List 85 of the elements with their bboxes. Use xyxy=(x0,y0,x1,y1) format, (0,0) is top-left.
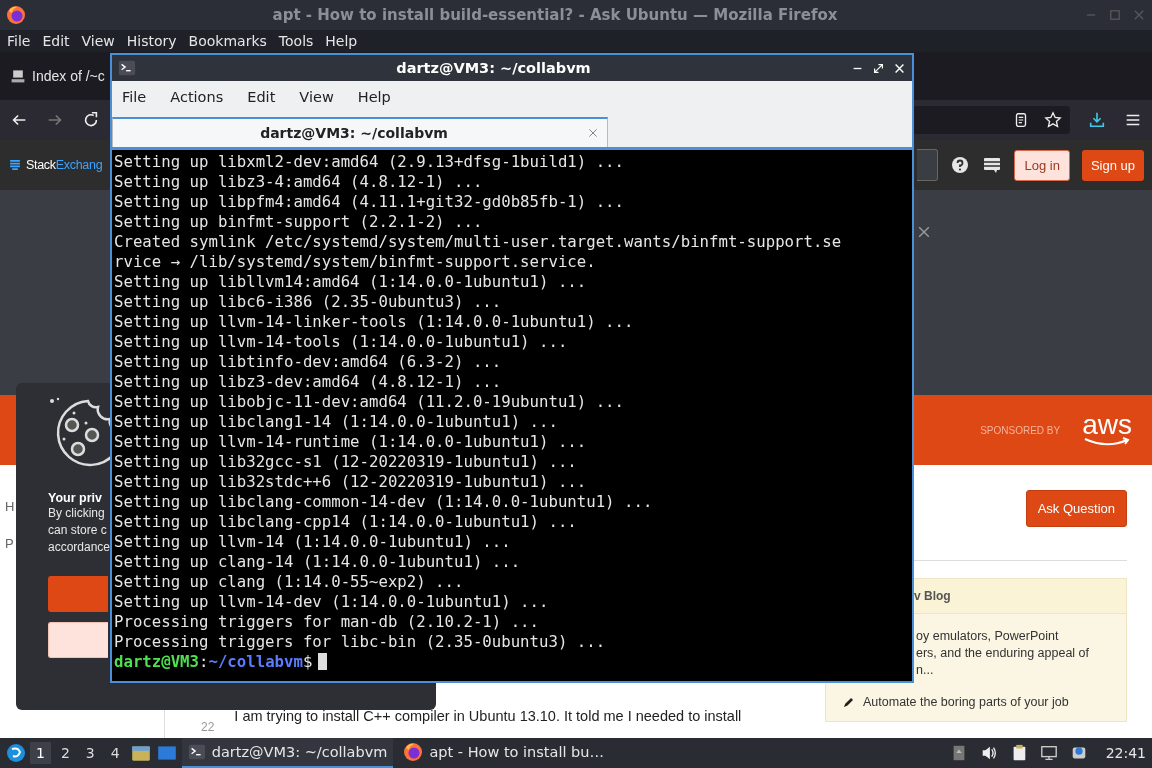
terminal-line: Setting up clang (1:14.0-55~exp2) ... xyxy=(114,572,465,592)
terminal-line: Setting up libz3-dev:amd64 (4.8.12-1) ... xyxy=(114,372,503,392)
menu-item[interactable]: File xyxy=(7,33,31,49)
workspace-button[interactable]: 4 xyxy=(104,742,126,764)
terminal-line: Setting up libclang-common-14-dev (1:14.0.0-1ubuntu1) ... xyxy=(114,492,654,512)
terminal-line: Processing triggers for libc-bin (2.35-0ubuntu3) ... xyxy=(114,632,607,652)
search-field[interactable] xyxy=(917,149,939,181)
terminal-line: Setting up clang-14 (1:14.0.0-1ubuntu1) ... xyxy=(114,552,522,572)
dialog-title: Your priv xyxy=(48,491,102,505)
workspace-button[interactable]: 3 xyxy=(79,742,101,764)
inbox-icon[interactable] xyxy=(982,155,1003,175)
menu-item[interactable]: Actions xyxy=(170,89,224,105)
computer-icon xyxy=(10,68,26,84)
firefox-icon xyxy=(403,742,424,762)
address-bar[interactable] xyxy=(912,106,1070,134)
dialog-text: can store c xyxy=(48,522,107,539)
download-icon[interactable] xyxy=(1088,111,1106,129)
menu-item[interactable]: Edit xyxy=(247,89,276,105)
taskbar-task[interactable]: apt - How to install bu… xyxy=(397,738,610,768)
stack-icon xyxy=(8,157,22,173)
window-title: dartz@VM3: ~/collabvm xyxy=(395,60,592,76)
menu-item[interactable]: File xyxy=(122,89,147,105)
terminal-line: Setting up libpfm4:amd64 (4.11.1+git32-gd0b85fb-1) ... xyxy=(114,192,625,212)
menu-item[interactable]: View xyxy=(299,89,334,105)
workspace-button[interactable]: 1 xyxy=(30,742,51,764)
terminal-line: Setting up llvm-14-tools (1:14.0.0-1ubuntu1) ... xyxy=(114,332,569,352)
help-icon[interactable] xyxy=(950,155,971,175)
terminal-icon xyxy=(118,59,136,77)
terminal-line: Setting up libllvm14:amd64 (1:14.0.0-1ubuntu1) ... xyxy=(114,272,588,292)
menu-item[interactable]: Edit xyxy=(42,33,70,49)
terminal-line: Setting up binfmt-support (2.2.1-2) ... xyxy=(114,212,484,232)
heading-text: H xyxy=(5,499,15,514)
terminal-line: Setting up libclang-cpp14 (1:14.0.0-1ubuntu1) ... xyxy=(114,512,578,532)
workspace-button[interactable]: 2 xyxy=(54,742,76,764)
network-icon[interactable] xyxy=(1039,744,1058,762)
terminal-line: Setting up libxml2-dev:amd64 (2.9.13+dfsg-1build1) ... xyxy=(114,152,625,172)
menu-item[interactable]: Tools xyxy=(278,33,314,49)
menu-item[interactable]: Help xyxy=(357,89,391,105)
maximize-icon[interactable] xyxy=(872,61,885,75)
taskbar-task[interactable]: dartz@VM3: ~/collabvm xyxy=(181,738,394,768)
terminal-line: Setting up llvm-14 (1:14.0.0-1ubuntu1) ... xyxy=(114,532,512,552)
vote-count: 22 xyxy=(201,719,215,734)
dialog-text: By clicking xyxy=(48,505,105,522)
ask-question-button[interactable]: Ask Question xyxy=(1025,490,1127,527)
blog-link[interactable]: Automate the boring parts of your job xyxy=(863,695,1069,709)
terminal-line: Setting up lib32stdc++6 (12-20220319-1ubuntu1) ... xyxy=(114,472,588,492)
terminal-line: rvice → /lib/systemd/system/binfmt-support.service. xyxy=(114,252,597,272)
window-title: apt - How to install build-essential? - Ask Ubuntu — Mozilla Firefox xyxy=(271,6,839,24)
firefox-icon xyxy=(6,5,26,25)
signup-button[interactable]: Sign up xyxy=(1081,149,1144,181)
question-text: I am trying to install C++ compiler in Ubuntu 13.10. It told me I needed to install xyxy=(234,708,742,724)
login-button[interactable]: Log in xyxy=(1014,149,1070,181)
menu-item[interactable]: Help xyxy=(325,33,358,49)
terminal-line: Setting up llvm-14-linker-tools (1:14.0.0-1ubuntu1) ... xyxy=(114,312,635,332)
close-icon[interactable] xyxy=(893,61,906,75)
blog-link[interactable]: ers, and the enduring appeal of xyxy=(916,645,1126,662)
terminal-line: Setting up libz3-4:amd64 (4.8.12-1) ... xyxy=(114,172,484,192)
terminal-line: Setting up libc6-i386 (2.35-0ubuntu3) ... xyxy=(114,292,503,312)
terminal-line: Setting up libclang1-14 (1:14.0.0-1ubuntu1) ... xyxy=(114,412,559,432)
menu-item[interactable]: View xyxy=(81,33,115,49)
menu-item[interactable]: Bookmarks xyxy=(188,33,267,49)
terminal-line: Setting up libobjc-11-dev:amd64 (11.2.0-19ubuntu1) ... xyxy=(114,392,625,412)
start-menu-icon[interactable] xyxy=(6,743,26,763)
clock: 22:41 xyxy=(1105,745,1146,761)
menu-item[interactable]: History xyxy=(126,33,177,49)
terminal-line: Setting up llvm-14-dev (1:14.0.0-1ubuntu1) ... xyxy=(114,592,550,612)
site-logo[interactable]: StackExchang xyxy=(26,158,103,172)
meta-text: P xyxy=(5,536,14,551)
terminal-icon xyxy=(187,743,206,761)
terminal-tab[interactable]: dartz@VM3: ~/collabvm xyxy=(112,117,608,147)
terminal-line: Created symlink /etc/systemd/system/multi-user.target.wants/binfmt-support.se xyxy=(114,232,843,252)
blog-link[interactable]: n... xyxy=(916,662,1126,679)
star-icon[interactable] xyxy=(1044,111,1062,129)
sponsor-logo[interactable]: aws xyxy=(1082,413,1132,447)
terminal-line: Setting up llvm-14-runtime (1:14.0.0-1ubuntu1) ... xyxy=(114,432,588,452)
sponsor-label: SPONSORED BY xyxy=(980,424,1061,436)
shell-prompt: dartz@VM3:~/collabvm$ xyxy=(114,652,910,672)
dialog-text: accordance xyxy=(48,539,111,556)
blog-link[interactable]: oy emulators, PowerPoint xyxy=(916,628,1126,645)
terminal-line: Processing triggers for man-db (2.10.2-1) ... xyxy=(114,612,540,632)
terminal-line: Setting up lib32gcc-s1 (12-20220319-1ubuntu1) ... xyxy=(114,452,578,472)
reload-icon[interactable] xyxy=(82,111,100,129)
terminal-line: Setting up libtinfo-dev:amd64 (6.3-2) ... xyxy=(114,352,503,372)
browser-tab[interactable]: Index of /~c xyxy=(10,68,105,84)
pencil-icon xyxy=(842,695,855,709)
